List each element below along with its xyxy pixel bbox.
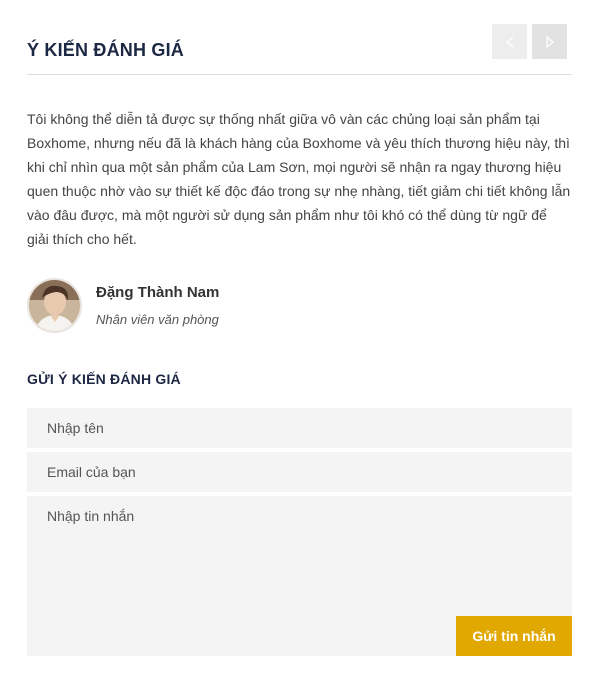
section-title: Ý KIẾN ĐÁNH GIÁ: [27, 40, 185, 60]
review-form-title: GỬI Ý KIẾN ĐÁNH GIÁ: [27, 371, 181, 387]
email-input[interactable]: [27, 452, 572, 492]
prev-testimonial-button[interactable]: [492, 24, 527, 59]
next-testimonial-button[interactable]: [532, 24, 567, 59]
author-name: Đặng Thành Nam: [96, 284, 220, 301]
testimonial-quote: Tôi không thể diễn tả được sự thống nhất…: [27, 111, 571, 247]
author-role: Nhân viên văn phòng: [96, 312, 219, 327]
chevron-left-icon: [505, 35, 513, 48]
title-divider: [27, 74, 572, 75]
author-avatar: [27, 278, 82, 333]
name-input[interactable]: [27, 408, 572, 448]
send-message-button[interactable]: Gửi tin nhắn: [456, 616, 572, 656]
chevron-right-icon: [545, 35, 554, 48]
